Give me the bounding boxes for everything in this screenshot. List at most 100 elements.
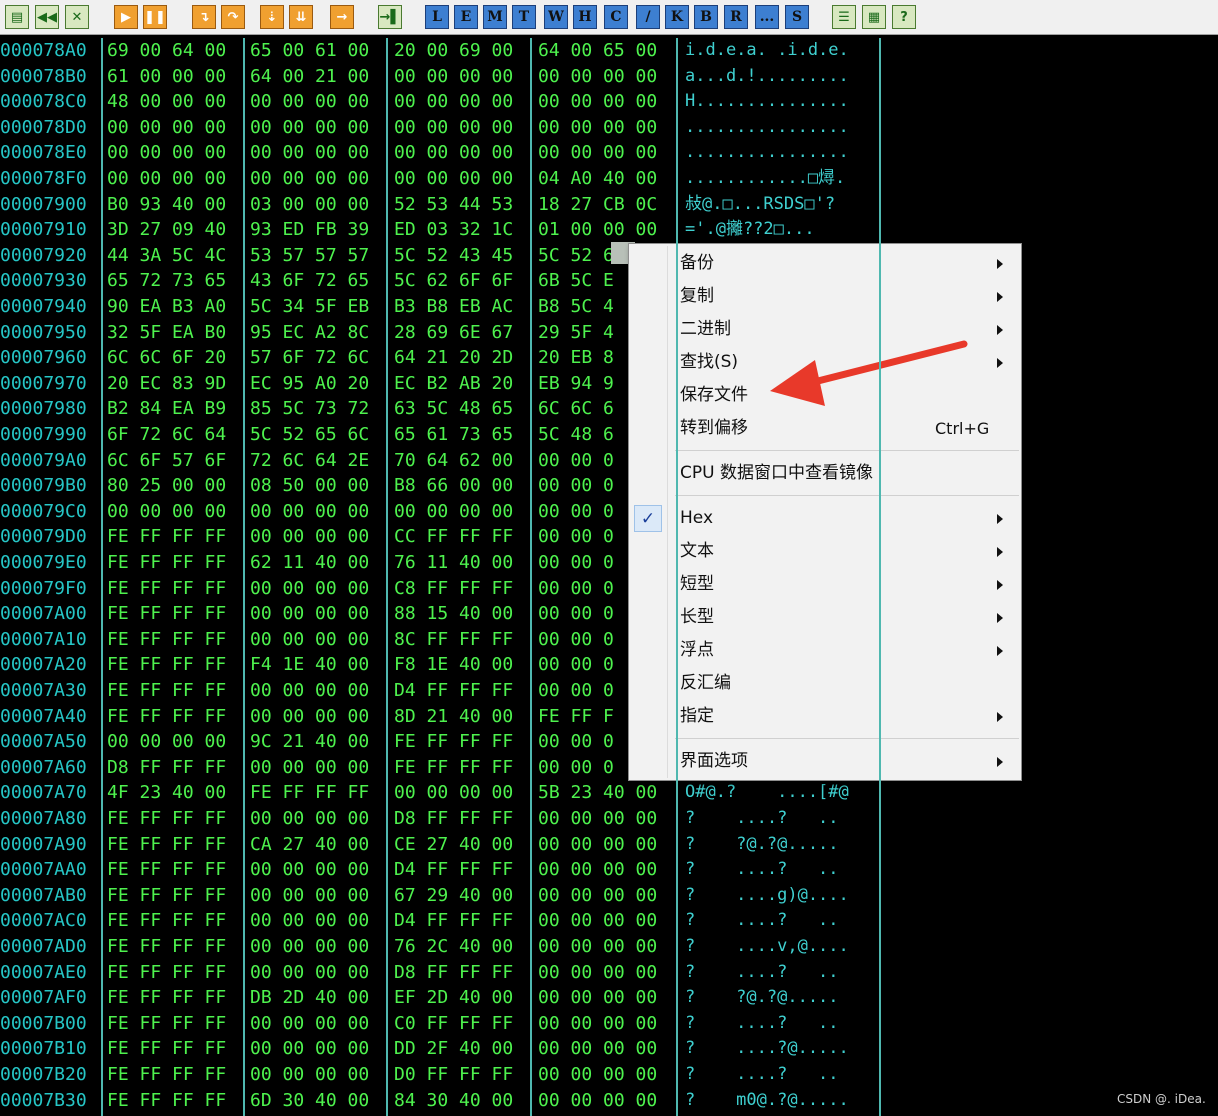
row-address: 000079E0 — [0, 552, 87, 573]
hex-byte-group: 00 00 00 00 — [538, 936, 658, 957]
menu-item-long-label: 长型 — [680, 607, 714, 627]
annotation-arrow-shaft — [806, 340, 968, 387]
dump-row[interactable]: 00007A70 4F 23 40 00 FE FF FF FF 00 00 00 0… — [0, 780, 882, 805]
row-address: 00007AF0 — [0, 987, 87, 1009]
submenu-arrow-icon — [997, 259, 1003, 269]
step-into-icon[interactable]: ↴ — [192, 5, 216, 29]
hex-byte-group: 3D 27 09 40 — [107, 219, 227, 241]
menu-item-copy-label: 复制 — [680, 286, 714, 306]
handles-window-button[interactable]: H — [573, 5, 597, 29]
step-into-icon-glyph: ↴ — [198, 9, 210, 25]
ascii-text: a...d.!......... — [685, 65, 849, 86]
hex-byte-group: 00 00 00 00 — [538, 1064, 658, 1085]
dump-row[interactable]: 00007AC0 FE FF FF FF 00 00 00 00 D4 FF FF F… — [0, 908, 882, 933]
windows-window-button[interactable]: W — [544, 5, 568, 29]
menu-item-save-file-label: 保存文件 — [680, 385, 748, 405]
dump-row[interactable]: 00007AF0 FE FF FF FF DB 2D 40 00 EF 2D 40 0… — [0, 985, 882, 1010]
menu-item-float[interactable]: 浮点 — [629, 634, 1021, 667]
grid-icon[interactable]: ▦ — [862, 5, 886, 29]
pause-icon[interactable]: ❚❚ — [143, 5, 167, 29]
execute-till-return-icon[interactable]: → — [330, 5, 354, 29]
dump-row[interactable]: 00007AB0 FE FF FF FF 00 00 00 00 67 29 40 0… — [0, 883, 882, 908]
dump-row[interactable]: 000078E0 00 00 00 00 00 00 00 00 00 00 00 0… — [0, 140, 882, 165]
cpu-window-button[interactable]: C — [604, 5, 628, 29]
ascii-text: O#@.? ....[#@ — [685, 782, 849, 803]
dump-row[interactable]: 00007B30 FE FF FF FF 6D 30 40 00 84 30 40 0… — [0, 1088, 882, 1113]
trace-over-icon[interactable]: ⇊ — [289, 5, 313, 29]
hex-byte-group: 00 00 00 00 — [538, 833, 658, 855]
hex-byte-group: 43 6F 72 65 — [250, 270, 370, 292]
hex-byte-group: 00 00 00 00 — [250, 859, 370, 881]
patches-window-button[interactable]: / — [636, 5, 660, 29]
restart-icon[interactable]: ◀◀ — [35, 5, 59, 29]
row-address: 00007A00 — [0, 603, 87, 625]
dump-row[interactable]: 00007AD0 FE FF FF FF 00 00 00 00 76 2C 40 0… — [0, 934, 882, 959]
dump-row[interactable]: 000078C0 48 00 00 00 00 00 00 00 00 00 00 0… — [0, 89, 882, 114]
menu-item-specify[interactable]: 指定 — [629, 700, 1021, 733]
dump-row[interactable]: 00007B10 FE FF FF FF 00 00 00 00 DD 2F 40 0… — [0, 1036, 882, 1061]
ascii-text: ? ....? .. — [685, 1012, 839, 1033]
menu-item-text[interactable]: 文本 — [629, 535, 1021, 568]
ascii-text: ? ?@.?@..... — [685, 833, 839, 854]
run-trace-window-button[interactable]: ... — [755, 5, 779, 29]
go-to-icon[interactable]: →▌ — [378, 5, 402, 29]
dump-row[interactable]: 00007A80 FE FF FF FF 00 00 00 00 D8 FF FF F… — [0, 806, 882, 831]
menu-item-short[interactable]: 短型 — [629, 568, 1021, 601]
run-icon[interactable]: ▶ — [114, 5, 138, 29]
row-address: 000079A0 — [0, 449, 87, 471]
breakpoints-window-button[interactable]: B — [694, 5, 718, 29]
open-icon[interactable]: ▤ — [5, 5, 29, 29]
references-window-button[interactable]: R — [724, 5, 748, 29]
hex-byte-group: 00 00 00 00 — [250, 808, 370, 829]
dump-row[interactable]: 00007910 3D 27 09 40 93 ED FB 39 ED 03 32 1… — [0, 217, 882, 242]
dump-row[interactable]: 00007900 B0 93 40 00 03 00 00 00 52 53 44 5… — [0, 192, 882, 217]
menu-item-copy[interactable]: 复制 — [629, 280, 1021, 313]
row-address: 00007900 — [0, 193, 87, 215]
dump-row[interactable]: 000078B0 61 00 00 00 64 00 21 00 00 00 00 0… — [0, 64, 882, 89]
list-icon[interactable]: ☰ — [832, 5, 856, 29]
dump-row[interactable]: 00007A90 FE FF FF FF CA 27 40 00 CE 27 40 0… — [0, 832, 882, 857]
dump-row[interactable]: 00007B00 FE FF FF FF 00 00 00 00 C0 FF FF F… — [0, 1011, 882, 1036]
menu-item-ui-options[interactable]: 界面选项 — [629, 745, 1021, 778]
row-address: 00007970 — [0, 372, 87, 394]
hex-byte-group: 8D 21 40 00 — [394, 705, 514, 727]
trace-into-icon[interactable]: ⇣ — [260, 5, 284, 29]
threads-window-button[interactable]: T — [512, 5, 536, 29]
hex-byte-group: 00 00 00 00 — [250, 577, 370, 599]
menu-item-cpu-mirror[interactable]: CPU 数据窗口中查看镜像 — [629, 457, 1021, 490]
menu-item-disassemble[interactable]: 反汇编 — [629, 667, 1021, 700]
hex-byte-group: 76 11 40 00 — [394, 552, 514, 573]
row-address: 000078E0 — [0, 142, 87, 164]
dump-row[interactable]: 000078A0 69 00 64 00 65 00 61 00 20 00 69 0… — [0, 38, 882, 63]
hex-byte-group: FE FF FF FF — [394, 756, 514, 778]
hex-byte-group: 64 00 65 00 — [538, 40, 658, 61]
modules-window-button[interactable]: E — [454, 5, 478, 29]
hex-byte-group: FE FF FF FF — [394, 731, 514, 753]
help-icon[interactable]: ? — [892, 5, 916, 29]
memory-window-button[interactable]: M — [483, 5, 507, 29]
hex-byte-group: FE FF FF FF — [107, 859, 227, 881]
menu-item-long[interactable]: 长型 — [629, 601, 1021, 634]
log-window-button[interactable]: L — [425, 5, 449, 29]
dump-row[interactable]: 00007B20 FE FF FF FF 00 00 00 00 D0 FF FF F… — [0, 1062, 882, 1087]
menu-item-hex[interactable]: ✓ Hex — [629, 502, 1021, 535]
step-over-icon[interactable]: ↷ — [221, 5, 245, 29]
dump-row[interactable]: 000078F0 00 00 00 00 00 00 00 00 00 00 00 0… — [0, 166, 882, 191]
hex-byte-group: 20 EC 83 9D — [107, 372, 227, 394]
hex-byte-group: EB 94 9 — [538, 372, 614, 394]
dump-row[interactable]: 00007AA0 FE FF FF FF 00 00 00 00 D4 FF FF F… — [0, 857, 882, 882]
hex-byte-group: 64 00 21 00 — [250, 65, 370, 87]
menu-item-backup[interactable]: 备份 — [629, 247, 1021, 280]
call-stack-window-button[interactable]: K — [665, 5, 689, 29]
close-icon[interactable]: ✕ — [65, 5, 89, 29]
dump-row[interactable]: 000078D0 00 00 00 00 00 00 00 00 00 00 00 0… — [0, 115, 882, 140]
windows-window-button-glyph: W — [548, 9, 564, 25]
source-window-button[interactable]: S — [785, 5, 809, 29]
menu-item-goto-offset[interactable]: 转到偏移 Ctrl+G — [629, 412, 1021, 445]
dump-row[interactable]: 00007AE0 FE FF FF FF 00 00 00 00 D8 FF FF F… — [0, 960, 882, 985]
hex-byte-group: C0 FF FF FF — [394, 1012, 514, 1034]
hex-byte-group: 00 00 00 00 — [538, 1089, 658, 1111]
ascii-text: ............□燖. — [685, 168, 846, 188]
hex-byte-group: CA 27 40 00 — [250, 833, 370, 855]
hex-byte-group: FE FF FF FF — [107, 552, 227, 573]
